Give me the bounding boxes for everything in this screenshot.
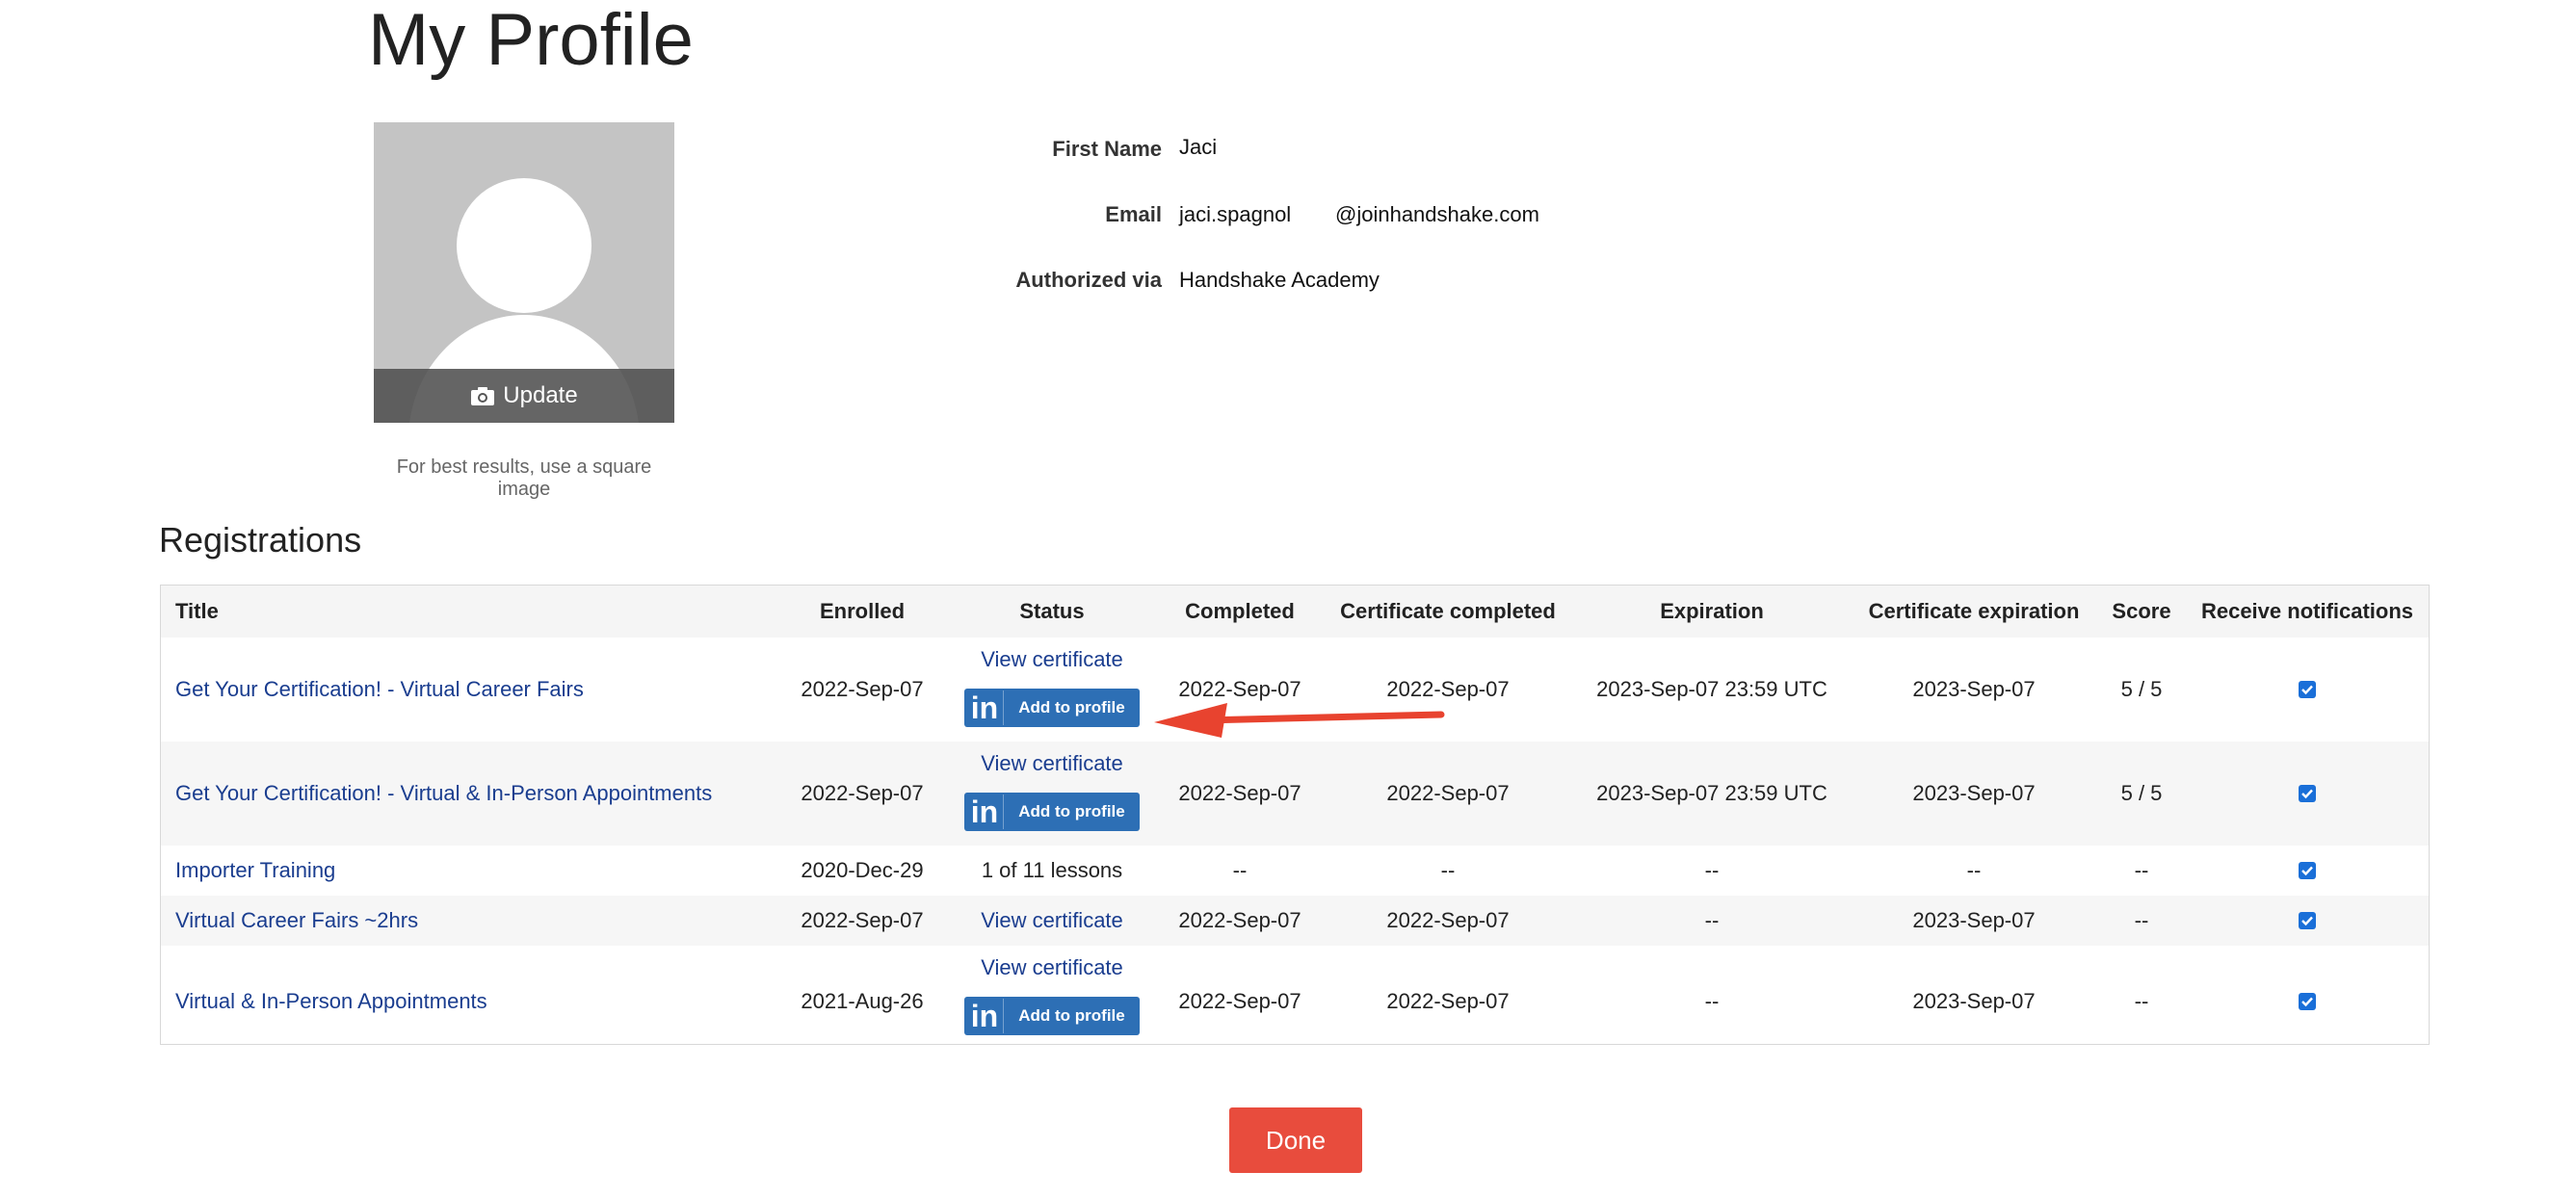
- camera-icon: [471, 387, 495, 405]
- email-label: Email: [1105, 202, 1162, 226]
- linkedin-add-to-profile-button[interactable]: in Add to profile: [964, 689, 1140, 727]
- linkedin-icon: in: [966, 999, 1004, 1033]
- course-title-link[interactable]: Virtual & In-Person Appointments: [175, 987, 487, 1016]
- completed-date: --: [1232, 858, 1248, 882]
- view-certificate-link[interactable]: View certificate: [981, 953, 1123, 982]
- authorized-label: Authorized via: [1015, 268, 1162, 292]
- check-icon: [2301, 789, 2313, 799]
- cert-completed-date: 2022-Sep-07: [1386, 989, 1510, 1013]
- registrations-table: Title Enrolled Status Completed Certific…: [160, 585, 2430, 1045]
- header-cert-completed: Certificate completed: [1340, 599, 1556, 623]
- expiration-date: 2023-Sep-07 23:59 UTC: [1596, 677, 1827, 701]
- add-to-profile-label: Add to profile: [1018, 1006, 1125, 1025]
- cert-expiration-date: 2023-Sep-07: [1912, 989, 2036, 1013]
- expiration-date: --: [1704, 989, 1720, 1013]
- cert-expiration-date: 2023-Sep-07: [1912, 677, 2036, 701]
- header-cert-expiration: Certificate expiration: [1868, 599, 2080, 623]
- view-certificate-link[interactable]: View certificate: [981, 906, 1123, 935]
- score: --: [2134, 908, 2149, 932]
- check-icon: [2301, 916, 2313, 926]
- score: --: [2134, 989, 2149, 1013]
- notifications-checkbox[interactable]: [2299, 681, 2316, 698]
- enrolled-date: 2021-Aug-26: [801, 989, 924, 1013]
- enrolled-date: 2022-Sep-07: [801, 908, 924, 932]
- email-user: jaci.spagnol: [1179, 202, 1292, 226]
- add-to-profile-label: Add to profile: [1018, 802, 1125, 820]
- lesson-progress: 1 of 11 lessons: [981, 858, 1123, 882]
- linkedin-add-to-profile-button[interactable]: in Add to profile: [964, 997, 1140, 1035]
- expiration-date: --: [1704, 908, 1720, 932]
- first-name-label: First Name: [1052, 137, 1162, 161]
- cert-expiration-date: 2023-Sep-07: [1912, 781, 2036, 805]
- score: 5 / 5: [2120, 677, 2163, 701]
- table-row: Virtual Career Fairs ~2hrs 2022-Sep-07 V…: [161, 896, 2429, 946]
- linkedin-icon: in: [966, 690, 1004, 725]
- cert-completed-date: 2022-Sep-07: [1386, 908, 1510, 932]
- header-expiration: Expiration: [1660, 599, 1764, 623]
- avatar-hint: For best results, use a square image: [396, 456, 652, 500]
- first-name-value: Jaci: [1179, 135, 1218, 159]
- update-photo-button[interactable]: Update: [374, 369, 674, 423]
- table-row: Get Your Certification! - Virtual Career…: [161, 638, 2429, 742]
- score: --: [2134, 858, 2149, 882]
- linkedin-add-to-profile-button[interactable]: in Add to profile: [964, 793, 1140, 831]
- expiration-date: 2023-Sep-07 23:59 UTC: [1596, 781, 1827, 805]
- page-title: My Profile: [368, 0, 694, 81]
- header-enrolled: Enrolled: [819, 599, 906, 623]
- enrolled-date: 2022-Sep-07: [801, 781, 924, 805]
- notifications-checkbox[interactable]: [2299, 993, 2316, 1010]
- header-status: Status: [1019, 599, 1085, 623]
- cert-completed-date: --: [1440, 858, 1456, 882]
- avatar[interactable]: Update: [374, 122, 674, 423]
- course-title-link[interactable]: Get Your Certification! - Virtual & In-P…: [175, 779, 712, 808]
- completed-date: 2022-Sep-07: [1178, 908, 1301, 932]
- notifications-checkbox[interactable]: [2299, 862, 2316, 879]
- completed-date: 2022-Sep-07: [1178, 781, 1301, 805]
- registrations-title: Registrations: [159, 520, 362, 560]
- completed-date: 2022-Sep-07: [1178, 677, 1301, 701]
- score: 5 / 5: [2120, 781, 2163, 805]
- update-label: Update: [503, 382, 578, 408]
- course-title-link[interactable]: Virtual Career Fairs ~2hrs: [175, 906, 418, 935]
- enrolled-date: 2022-Sep-07: [801, 677, 924, 701]
- course-title-link[interactable]: Get Your Certification! - Virtual Career…: [175, 675, 584, 704]
- header-score: Score: [2112, 599, 2171, 623]
- completed-date: 2022-Sep-07: [1178, 989, 1301, 1013]
- expiration-date: --: [1704, 858, 1720, 882]
- authorized-value: Handshake Academy: [1179, 268, 1380, 292]
- header-completed: Completed: [1185, 599, 1295, 623]
- cert-expiration-date: --: [1966, 858, 1982, 882]
- check-icon: [2301, 866, 2313, 876]
- header-title: Title: [175, 599, 219, 623]
- table-row: Virtual & In-Person Appointments 2021-Au…: [161, 946, 2429, 1046]
- check-icon: [2301, 685, 2313, 695]
- table-header: Title Enrolled Status Completed Certific…: [161, 586, 2429, 638]
- cert-completed-date: 2022-Sep-07: [1386, 677, 1510, 701]
- add-to-profile-label: Add to profile: [1018, 698, 1125, 716]
- enrolled-date: 2020-Dec-29: [801, 858, 924, 882]
- notifications-checkbox[interactable]: [2299, 785, 2316, 802]
- header-notifications: Receive notifications: [2200, 599, 2414, 623]
- linkedin-icon: in: [966, 794, 1004, 829]
- done-button[interactable]: Done: [1229, 1107, 1362, 1173]
- email-domain: @joinhandshake.com: [1335, 202, 1539, 226]
- table-row: Get Your Certification! - Virtual & In-P…: [161, 742, 2429, 846]
- cert-completed-date: 2022-Sep-07: [1386, 781, 1510, 805]
- table-row: Importer Training 2020-Dec-29 1 of 11 le…: [161, 846, 2429, 896]
- course-title-link[interactable]: Importer Training: [175, 856, 335, 885]
- check-icon: [2301, 997, 2313, 1007]
- view-certificate-link[interactable]: View certificate: [981, 749, 1123, 778]
- notifications-checkbox[interactable]: [2299, 912, 2316, 929]
- cert-expiration-date: 2023-Sep-07: [1912, 908, 2036, 932]
- view-certificate-link[interactable]: View certificate: [981, 645, 1123, 674]
